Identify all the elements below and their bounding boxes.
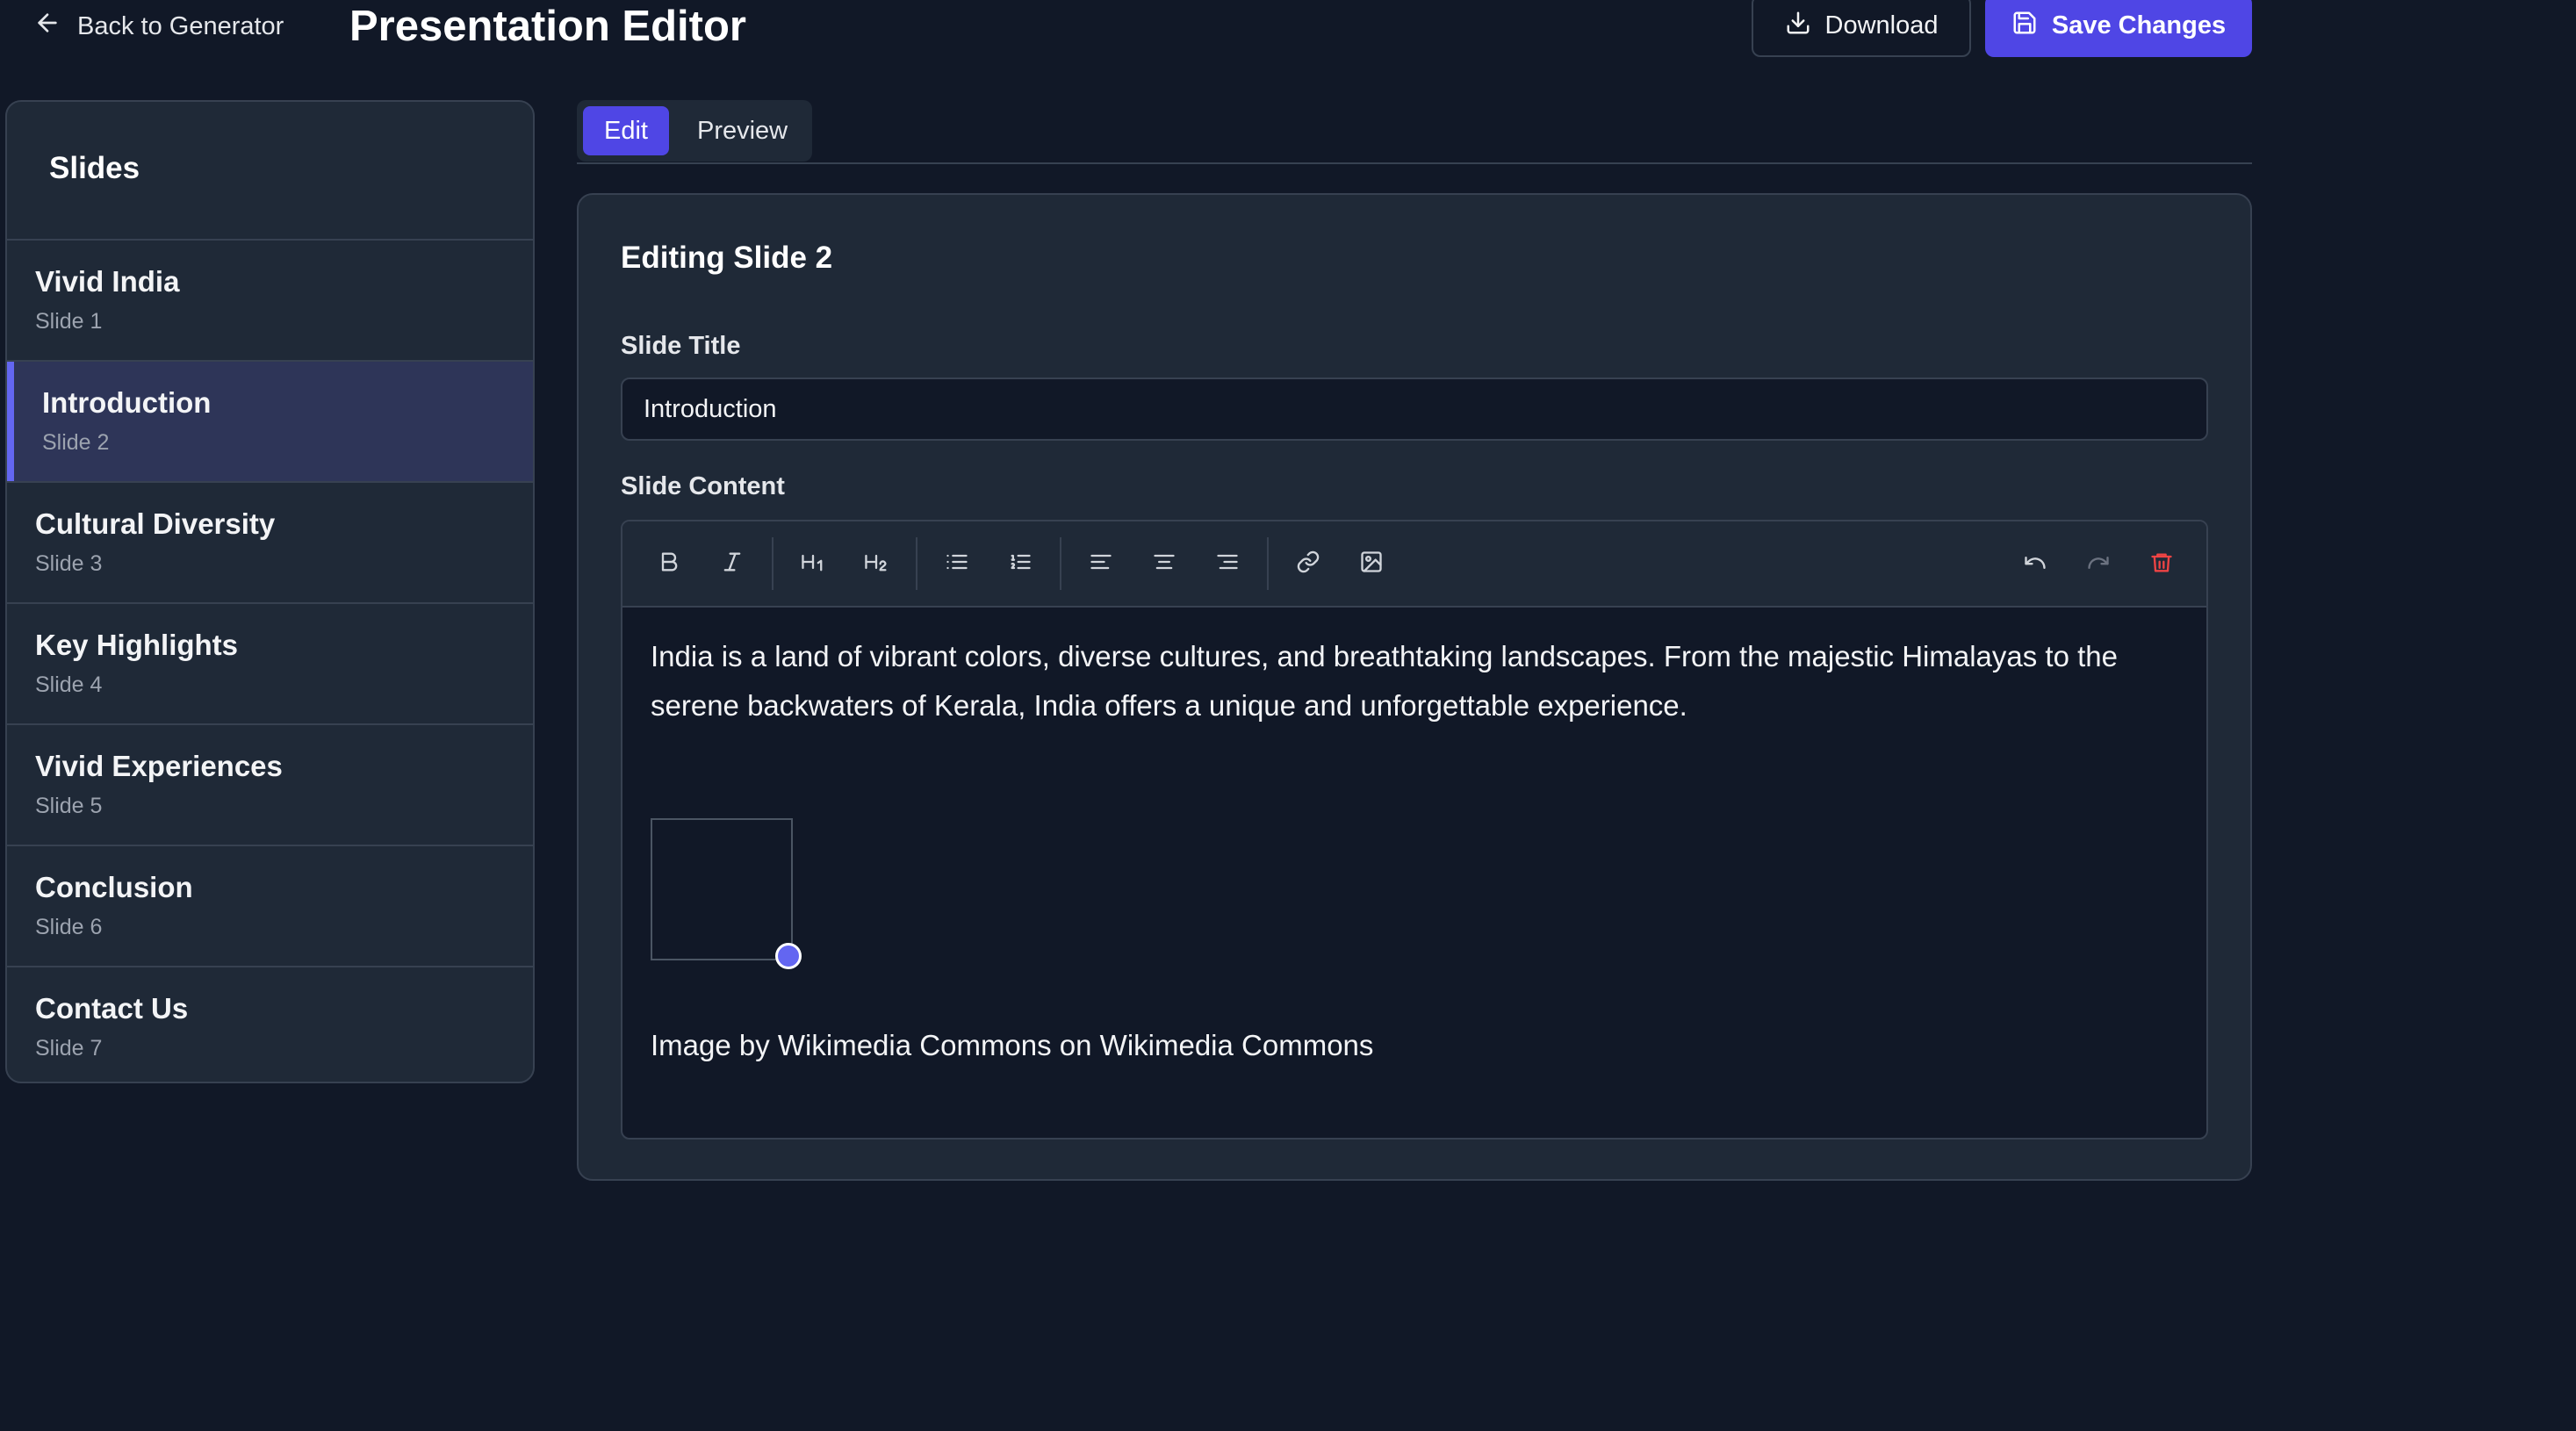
sidebar-item-slide-6[interactable]: Conclusion Slide 6 [7, 845, 533, 966]
editor-content-area[interactable]: India is a land of vibrant colors, diver… [622, 608, 2206, 755]
page-title: Presentation Editor [349, 3, 746, 50]
slide-editor-panel: Editing Slide 2 Slide Title Slide Conten… [577, 193, 2252, 1181]
download-label: Download [1824, 11, 1939, 40]
rich-text-editor: India is a land of vibrant colors, diver… [621, 520, 2208, 1140]
slide-item-number: Slide 2 [42, 430, 110, 455]
slide-title-input[interactable] [621, 378, 2208, 441]
editing-slide-heading: Editing Slide 2 [621, 241, 833, 275]
link-button[interactable] [1284, 540, 1332, 587]
tabs-divider [577, 162, 2252, 164]
toolbar-divider [1060, 537, 1061, 590]
tab-preview[interactable]: Preview [676, 106, 809, 155]
save-changes-button[interactable]: Save Changes [1985, 0, 2252, 57]
back-to-generator-link[interactable]: Back to Generator [33, 7, 284, 46]
heading1-icon [800, 550, 826, 579]
undo-icon [2023, 550, 2047, 579]
align-right-button[interactable] [1204, 540, 1251, 587]
slide-item-title: Key Highlights [35, 629, 239, 661]
align-left-button[interactable] [1077, 540, 1125, 587]
italic-icon [720, 550, 745, 579]
slide-item-title: Vivid Experiences [35, 750, 283, 782]
numbered-list-icon [1008, 550, 1033, 579]
link-icon [1296, 550, 1320, 579]
editor-tabs: Edit Preview [577, 100, 812, 162]
image-icon [1359, 550, 1384, 579]
heading2-icon [863, 550, 889, 579]
presentation-editor-app: Back to Generator Presentation Editor Do… [0, 0, 2576, 1431]
align-center-icon [1152, 550, 1176, 579]
sidebar-item-slide-1[interactable]: Vivid India Slide 1 [7, 239, 533, 360]
toolbar-divider [916, 537, 917, 590]
undo-button[interactable] [2011, 541, 2059, 588]
slide-item-title: Vivid India [35, 265, 180, 298]
save-icon [2011, 10, 2038, 43]
sidebar-heading: Slides [49, 151, 140, 185]
sidebar-item-slide-3[interactable]: Cultural Diversity Slide 3 [7, 481, 533, 602]
image-caption: Image by Wikimedia Commons on Wikimedia … [651, 1029, 1374, 1061]
bold-icon [657, 550, 681, 579]
slide-item-number: Slide 1 [35, 309, 103, 334]
slide-item-title: Cultural Diversity [35, 507, 276, 540]
tab-edit[interactable]: Edit [583, 106, 669, 155]
heading2-button[interactable] [853, 540, 900, 587]
heading1-button[interactable] [789, 540, 837, 587]
toolbar-history-group [2011, 541, 2185, 588]
italic-button[interactable] [709, 540, 756, 587]
download-icon [1785, 10, 1811, 43]
bullet-list-button[interactable] [933, 540, 981, 587]
slide-item-number: Slide 5 [35, 794, 103, 818]
slide-item-title: Introduction [42, 386, 212, 419]
slide-item-number: Slide 4 [35, 672, 103, 697]
insert-image-button[interactable] [1348, 540, 1395, 587]
align-right-icon [1215, 550, 1240, 579]
save-label: Save Changes [2051, 11, 2227, 40]
trash-icon [2149, 550, 2174, 579]
slide-item-number: Slide 7 [35, 1036, 103, 1061]
delete-button[interactable] [2138, 541, 2185, 588]
slide-item-title: Conclusion [35, 871, 193, 903]
slide-item-number: Slide 6 [35, 915, 103, 939]
redo-button[interactable] [2075, 541, 2122, 588]
toolbar-divider [1267, 537, 1269, 590]
sidebar-item-slide-4[interactable]: Key Highlights Slide 4 [7, 602, 533, 723]
slides-sidebar: Slides Vivid India Slide 1 Introduction … [5, 100, 535, 1083]
bold-button[interactable] [645, 540, 693, 587]
slide-item-title: Contact Us [35, 992, 189, 1025]
download-button[interactable]: Download [1752, 0, 1971, 57]
sidebar-item-slide-7[interactable]: Contact Us Slide 7 [7, 966, 533, 1082]
arrow-left-icon [33, 9, 61, 44]
slide-title-label: Slide Title [621, 332, 741, 360]
bullet-list-icon [945, 550, 969, 579]
back-link-label: Back to Generator [77, 11, 284, 40]
embedded-image[interactable] [651, 818, 802, 969]
slide-body-text: India is a land of vibrant colors, diver… [651, 640, 2118, 722]
toolbar-divider [772, 537, 774, 590]
align-center-button[interactable] [1140, 540, 1188, 587]
editor-toolbar [622, 521, 2206, 608]
sidebar-item-slide-2[interactable]: Introduction Slide 2 [7, 360, 533, 481]
redo-icon [2086, 550, 2111, 579]
image-resize-handle[interactable] [775, 943, 802, 969]
slide-item-number: Slide 3 [35, 551, 103, 576]
slide-content-label: Slide Content [621, 472, 785, 500]
align-left-icon [1089, 550, 1113, 579]
numbered-list-button[interactable] [997, 540, 1044, 587]
sidebar-item-slide-5[interactable]: Vivid Experiences Slide 5 [7, 723, 533, 845]
